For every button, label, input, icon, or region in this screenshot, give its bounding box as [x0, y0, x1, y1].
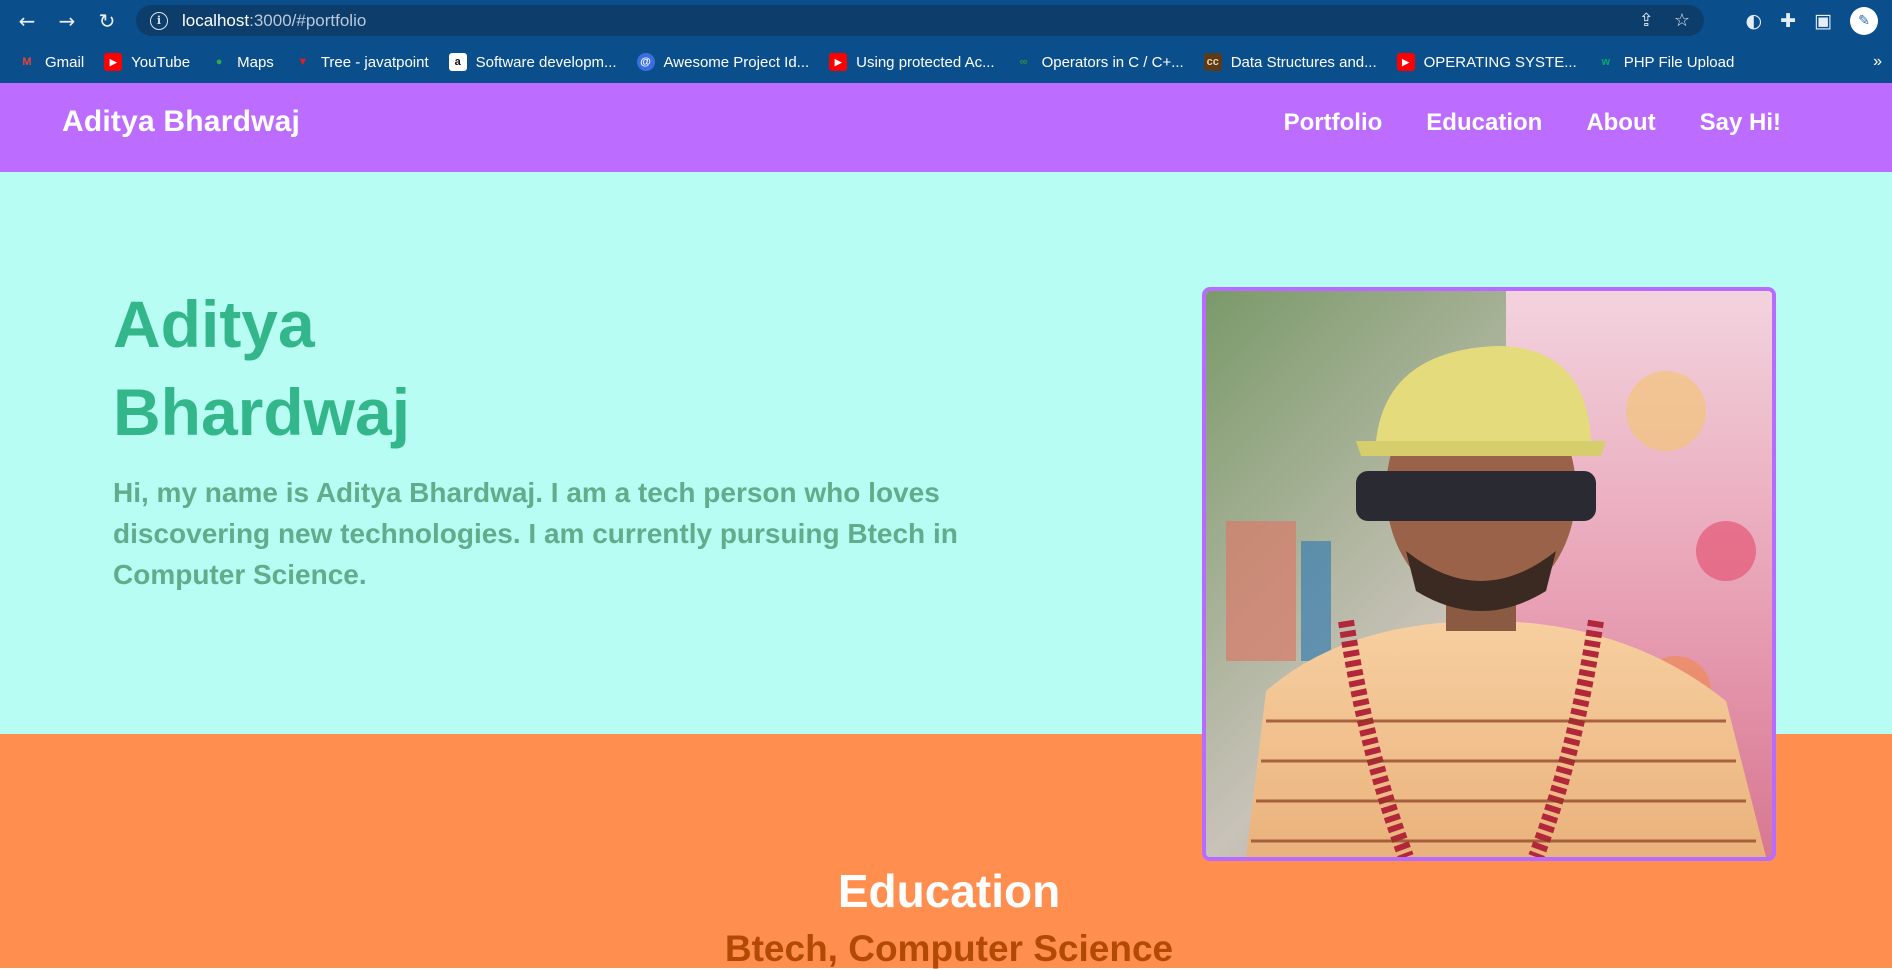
maps-icon: ●: [215, 56, 223, 68]
bookmark-label: Awesome Project Id...: [663, 53, 810, 71]
site-info-icon[interactable]: i: [150, 11, 168, 30]
share-icon[interactable]: ⇪: [1639, 10, 1654, 31]
bookmark-label: Operators in C / C+...: [1041, 53, 1184, 71]
bookmark-item[interactable]: cc Data Structures and...: [1203, 53, 1377, 71]
nav-link-about[interactable]: About: [1586, 109, 1655, 137]
bookmark-label: Data Structures and...: [1230, 53, 1377, 71]
bookmark-label: Software developm...: [475, 53, 617, 71]
site-nav: Portfolio Education About Say Hi!: [1284, 109, 1781, 137]
bookmark-star-icon[interactable]: ☆: [1674, 10, 1690, 31]
bookmark-item[interactable]: ▼ Tree - javatpoint: [294, 53, 429, 71]
nav-link-portfolio[interactable]: Portfolio: [1284, 109, 1383, 137]
gmail-icon: M: [22, 56, 32, 68]
url-path: :3000/#portfolio: [249, 10, 367, 30]
profile-avatar-icon[interactable]: ✎: [1850, 6, 1878, 35]
bookmark-item[interactable]: ∞ Operators in C / C+...: [1015, 53, 1184, 71]
nav-link-say-hi[interactable]: Say Hi!: [1700, 109, 1781, 137]
forward-arrow-icon[interactable]: →: [50, 4, 84, 38]
education-degree: Btech, Computer Science: [724, 928, 1174, 969]
more-bookmarks-icon[interactable]: »: [1873, 41, 1882, 83]
site-header: Aditya Bhardwaj Portfolio Education Abou…: [0, 83, 1892, 172]
reload-icon[interactable]: ↻: [90, 4, 124, 38]
youtube-icon: ▶: [1396, 53, 1415, 71]
profile-photo: [1202, 287, 1776, 861]
javatpoint-icon: ▼: [297, 56, 309, 68]
bookmark-item[interactable]: ● Maps: [210, 53, 274, 71]
bookmark-item[interactable]: ▶ Using protected Ac...: [829, 53, 995, 71]
geeksforgeeks-icon: ∞: [1019, 56, 1028, 68]
bookmark-label: Using protected Ac...: [856, 53, 995, 71]
bookmark-label: PHP File Upload: [1623, 53, 1735, 71]
bookmark-label: Gmail: [45, 53, 85, 71]
bookmark-item[interactable]: ▶ OPERATING SYSTE...: [1396, 53, 1577, 71]
bookmark-item[interactable]: w PHP File Upload: [1597, 53, 1735, 71]
bookmarks-bar: M Gmail ▶ YouTube ● Maps ▼ Tree - javatpoint a So…: [0, 41, 1892, 83]
amazon-icon: a: [448, 53, 467, 71]
nav-link-education[interactable]: Education: [1426, 109, 1542, 137]
browser-toolbar: ← → ↻ i localhost:3000/#portfolio ⇪ ☆ ◐ …: [0, 0, 1892, 41]
bookmark-item[interactable]: a Software developm...: [448, 53, 617, 71]
toolbar-actions: ◐ ✚ ▣ ✎: [1746, 5, 1878, 36]
bookmark-item[interactable]: ▶ YouTube: [104, 53, 190, 71]
brand-link[interactable]: Aditya Bhardwaj: [62, 105, 300, 139]
education-heading: Education: [837, 865, 1061, 917]
address-bar[interactable]: i localhost:3000/#portfolio ⇪ ☆: [136, 5, 1704, 36]
back-arrow-icon[interactable]: ←: [10, 4, 44, 38]
hero-name: Aditya Bhardwaj: [113, 287, 411, 449]
youtube-icon: ▶: [104, 53, 123, 71]
w3schools-icon: w: [1601, 56, 1610, 68]
bookmark-item[interactable]: M Gmail: [18, 53, 84, 71]
bookmark-label: YouTube: [131, 53, 191, 71]
hero-bio: Hi, my name is Aditya Bhardwaj. I am a t…: [113, 477, 958, 590]
side-panel-icon[interactable]: ▣: [1814, 10, 1832, 32]
bookmark-label: Tree - javatpoint: [320, 53, 429, 71]
bookmark-label: OPERATING SYSTE...: [1423, 53, 1577, 71]
cc-icon: cc: [1203, 53, 1222, 71]
url-host: localhost: [182, 10, 250, 30]
bookmark-item[interactable]: @ Awesome Project Id...: [636, 53, 810, 71]
profile-photo-illustration: [1206, 291, 1772, 857]
extension-status-icon[interactable]: ◐: [1746, 10, 1763, 32]
bookmark-label: Maps: [237, 53, 274, 71]
puzzle-icon[interactable]: ✚: [1780, 10, 1796, 32]
youtube-icon: ▶: [829, 53, 848, 71]
url-text[interactable]: localhost:3000/#portfolio: [182, 11, 366, 31]
at-sign-icon: @: [636, 53, 655, 71]
